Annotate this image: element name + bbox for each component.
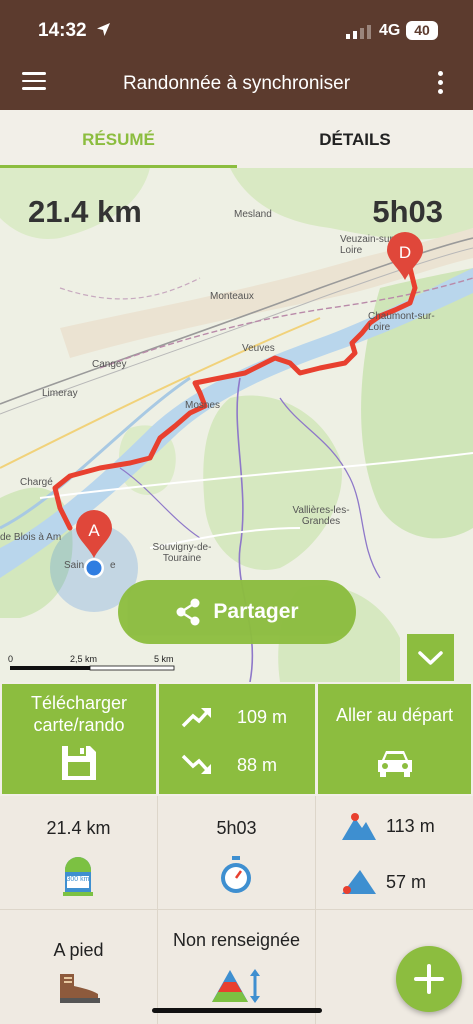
location-arrow-icon: [97, 23, 110, 36]
scale-label: 5 km: [154, 654, 174, 664]
place-label: de Blois à Am: [0, 532, 62, 543]
add-button[interactable]: [396, 946, 462, 1012]
signal-icon: [346, 25, 371, 39]
place-label: Cangey: [92, 359, 127, 370]
place-label: Limeray: [42, 388, 78, 399]
current-location-icon: [84, 558, 104, 578]
map-duration: 5h03: [372, 194, 443, 229]
collapse-map-button[interactable]: [407, 634, 454, 681]
end-marker-label: D: [398, 243, 412, 262]
place-label: Veuves: [242, 343, 275, 354]
min-altitude-value: 57 m: [386, 872, 427, 892]
tab-bar: RÉSUMÉ DÉTAILS: [0, 110, 473, 168]
place-label: Mesland: [234, 209, 272, 220]
save-icon: [62, 746, 96, 780]
download-button[interactable]: Télécharger carte/rando: [2, 684, 156, 794]
place-label: Mosnes: [185, 400, 221, 411]
network-type: 4G: [379, 22, 401, 39]
place-label: Monteaux: [210, 291, 254, 302]
stat-duration-value: 5h03: [216, 818, 257, 838]
max-altitude-icon: [342, 813, 376, 840]
tab-details[interactable]: DÉTAILS: [237, 110, 473, 168]
stat-activity: A pied: [0, 910, 158, 1024]
app-header: 14:32 4G 40 Randonnée à synchroniser: [0, 0, 473, 110]
start-marker-label: A: [88, 521, 100, 540]
difficulty-icon: [212, 969, 260, 1003]
chevron-down-icon: [418, 651, 443, 665]
scale-label: 2,5 km: [70, 654, 98, 664]
tab-resume[interactable]: RÉSUMÉ: [0, 110, 237, 168]
stat-duration: 5h03: [158, 796, 316, 910]
status-time: 14:32: [38, 20, 87, 41]
stat-distance: 21.4 km 300 km: [0, 796, 158, 910]
descent-row: 88 m: [181, 752, 277, 778]
share-button[interactable]: Partager: [118, 580, 356, 644]
go-to-start-button[interactable]: Aller au départ: [318, 684, 471, 794]
go-to-start-label: Aller au départ: [335, 705, 454, 725]
share-icon: [176, 598, 200, 626]
download-label: Télécharger carte/rando: [30, 693, 128, 735]
car-icon: [378, 751, 412, 777]
place-label: Chargé: [20, 477, 53, 488]
min-altitude-icon: [342, 870, 376, 894]
place-label: e: [110, 560, 116, 571]
battery-indicator: 40: [406, 21, 438, 40]
plus-icon: [414, 964, 444, 994]
hiking-boot-icon: [60, 974, 100, 1003]
more-options-icon[interactable]: [434, 71, 446, 99]
stat-difficulty: Non renseignée: [158, 910, 316, 1024]
activity-value: A pied: [53, 940, 104, 960]
ascent-value: 109 m: [237, 706, 288, 727]
page-title: Randonnée à synchroniser: [122, 73, 351, 94]
scale-label: 0: [8, 654, 14, 664]
stat-distance-value: 21.4 km: [46, 818, 111, 838]
descent-value: 88 m: [237, 754, 278, 775]
share-label: Partager: [213, 600, 299, 623]
action-row: Télécharger carte/rando 109 m 88 m Aller…: [0, 682, 473, 796]
route-map[interactable]: 21.4 km 5h03 Mesland Veuzain-sur-Loire M…: [0, 168, 473, 682]
map-distance: 21.4 km: [28, 194, 142, 229]
ascent-icon: [181, 708, 211, 728]
max-altitude-value: 113 m: [386, 816, 435, 836]
descent-icon: [181, 754, 211, 774]
ascent-row: 109 m: [181, 704, 287, 730]
place-label: Vallières-les-Grandes: [292, 505, 350, 527]
difficulty-value: Non renseignée: [172, 930, 301, 950]
milestone-badge: 300 km: [66, 876, 90, 883]
stat-altitude: 113 m 57 m: [316, 796, 473, 910]
place-label: Sain: [64, 560, 85, 571]
app-screen: 14:32 4G 40 Randonnée à synchroniser RÉS…: [0, 0, 473, 1024]
stopwatch-icon: [221, 856, 251, 893]
elevation-summary: 109 m 88 m: [159, 684, 315, 794]
place-label: Souvigny-de-Touraine: [152, 542, 212, 564]
place-label: Chaumont-sur-Loire: [368, 311, 435, 333]
home-indicator[interactable]: [152, 1008, 322, 1013]
